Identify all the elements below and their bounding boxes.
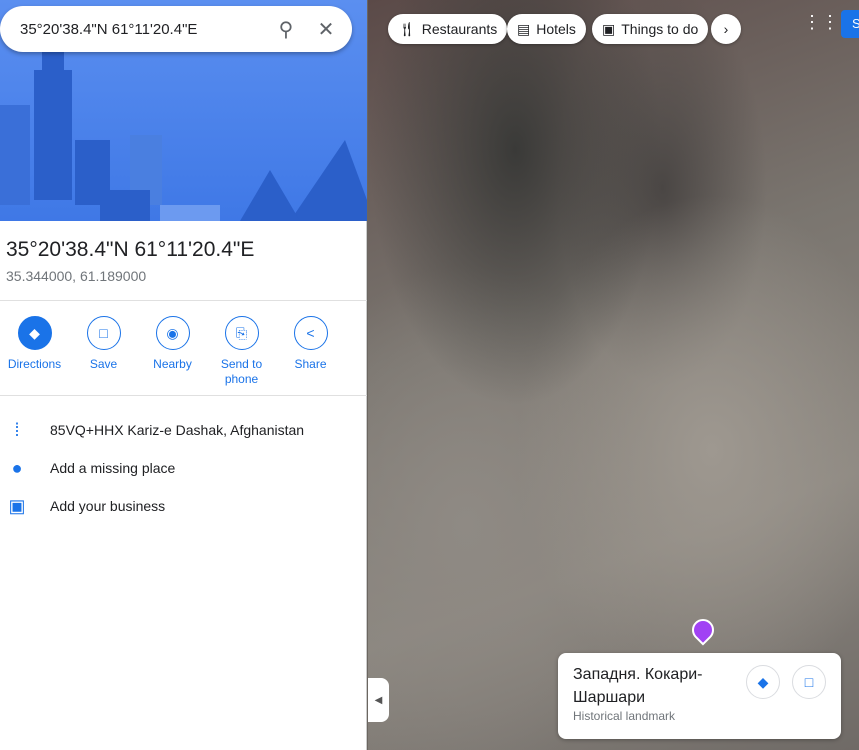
divider xyxy=(0,395,367,396)
chip-things-to-do[interactable]: ▣ Things to do xyxy=(592,14,709,44)
add-business-row[interactable]: ▣ Add your business xyxy=(0,488,367,524)
share-button[interactable]: < Share xyxy=(276,316,345,387)
satellite-map[interactable] xyxy=(368,0,859,750)
landmark-save-button[interactable]: □ xyxy=(792,665,826,699)
page-title: 35°20'38.4"N 61°11'20.4"E xyxy=(6,238,255,261)
share-icon: < xyxy=(293,316,328,350)
bookmark-icon: □ xyxy=(86,316,121,350)
decimal-coordinates: 35.344000, 61.189000 xyxy=(6,268,147,284)
add-place-icon: ● xyxy=(11,457,23,478)
plus-code-row[interactable]: ⁞ 85VQ+HHX Kariz-e Dashak, Afghanistan xyxy=(0,412,367,448)
collapse-panel-button[interactable]: ◀ xyxy=(368,678,389,722)
chip-restaurants[interactable]: 🍴︎ Restaurants xyxy=(388,14,508,44)
directions-icon: ◆ xyxy=(757,673,769,690)
send-to-phone-button[interactable]: ⎘ Send to phone xyxy=(207,316,276,387)
add-business-icon: ▣ xyxy=(8,495,26,516)
search-box: ⚲ ✕ xyxy=(0,6,352,52)
landmark-name: Западня. Кокари-Шаршари xyxy=(573,666,703,706)
landmark-type: Historical landmark xyxy=(573,709,676,723)
nearby-button[interactable]: ◉ Nearby xyxy=(138,316,207,387)
add-missing-place-row[interactable]: ● Add a missing place xyxy=(0,450,367,486)
plus-code-icon: ⁞ xyxy=(14,419,20,440)
close-icon[interactable]: ✕ xyxy=(306,9,346,49)
directions-icon: ◆ xyxy=(17,316,52,350)
divider xyxy=(0,300,367,301)
sign-in-button[interactable]: S xyxy=(841,10,859,38)
nearby-icon: ◉ xyxy=(155,316,190,350)
fork-knife-icon: 🍴︎ xyxy=(398,20,416,37)
chips-next-button[interactable]: › xyxy=(711,14,741,44)
chevron-right-icon: › xyxy=(723,21,729,37)
caret-left-icon: ◀ xyxy=(374,694,383,706)
bookmark-icon: □ xyxy=(804,674,814,690)
directions-button[interactable]: ◆ Directions xyxy=(0,316,69,387)
phone-icon: ⎘ xyxy=(224,316,259,350)
save-button[interactable]: □ Save xyxy=(69,316,138,387)
landmark-directions-button[interactable]: ◆ xyxy=(746,665,780,699)
chip-hotels[interactable]: ▤ Hotels xyxy=(507,14,586,44)
side-panel: ⚲ ✕ 35°20'38.4"N 61°11'20.4"E 35.344000,… xyxy=(0,0,367,750)
bed-icon: ▤ xyxy=(517,20,531,37)
search-icon[interactable]: ⚲ xyxy=(266,9,306,49)
camera-icon: ▣ xyxy=(602,20,616,37)
search-input[interactable] xyxy=(20,20,260,38)
action-buttons: ◆ Directions □ Save ◉ Nearby ⎘ Send to phone… xyxy=(0,316,367,387)
landmark-card[interactable]: Западня. Кокари-Шаршари Historical landm… xyxy=(558,653,841,739)
